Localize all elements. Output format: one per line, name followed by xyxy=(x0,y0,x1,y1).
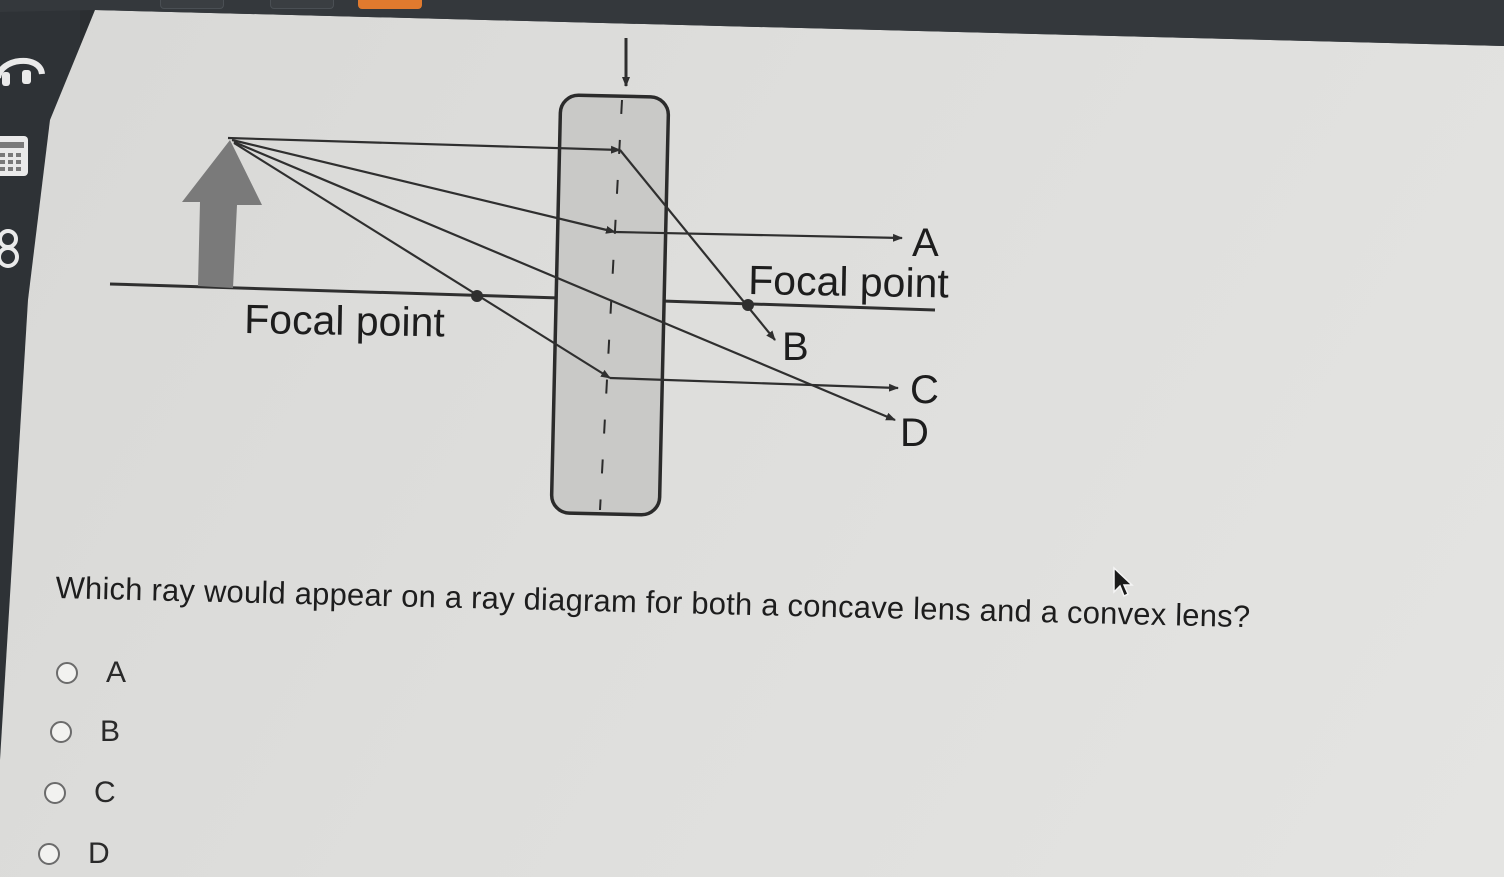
option-c[interactable]: C xyxy=(44,776,116,810)
ray-label-a: A xyxy=(912,221,939,265)
option-b-label: B xyxy=(100,715,121,748)
toolbar-tab-3[interactable] xyxy=(358,0,422,9)
option-a[interactable]: A xyxy=(56,656,126,690)
option-d[interactable]: D xyxy=(38,837,110,871)
mouse-pointer-icon xyxy=(1113,566,1134,598)
option-a-radio[interactable] xyxy=(56,662,78,684)
toolbar-tab-1[interactable] xyxy=(160,0,224,9)
ray-label-c: C xyxy=(910,368,939,412)
option-d-radio[interactable] xyxy=(38,843,60,865)
calculator-icon[interactable] xyxy=(0,134,30,180)
toolbar-tab-2[interactable] xyxy=(270,0,334,9)
option-c-label: C xyxy=(94,776,116,809)
question-screen: Focal point Focal point A B C D Which ra… xyxy=(0,10,1504,877)
option-b[interactable]: B xyxy=(50,715,120,749)
option-b-radio[interactable] xyxy=(50,721,72,743)
focal-point-left-label: Focal point xyxy=(244,296,446,346)
ray-label-b: B xyxy=(782,325,809,369)
ray-label-d: D xyxy=(900,411,929,455)
object-arrow xyxy=(182,140,262,288)
option-a-label: A xyxy=(106,656,127,689)
ray-diagram: Focal point Focal point A B C D xyxy=(109,38,950,517)
option-d-label: D xyxy=(88,837,110,870)
headphones-icon[interactable] xyxy=(0,44,46,90)
option-c-radio[interactable] xyxy=(44,782,66,804)
reference-icon[interactable] xyxy=(0,226,30,272)
principal-axis-left xyxy=(109,282,561,300)
